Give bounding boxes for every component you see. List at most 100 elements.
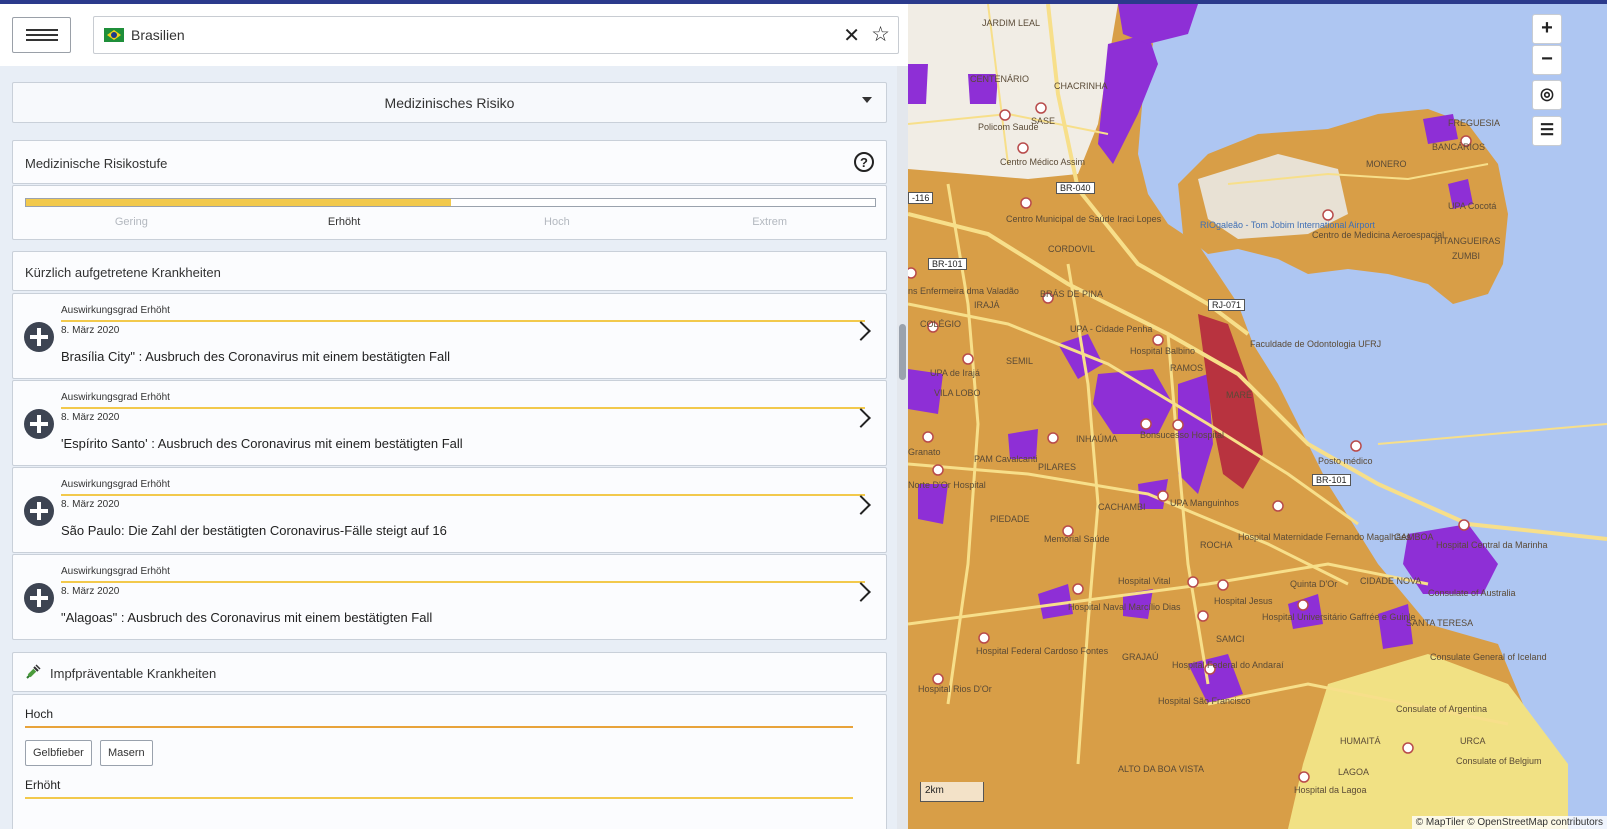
chevron-right-icon[interactable] (851, 582, 871, 602)
tag-yellow-fever[interactable]: Gelbfieber (25, 740, 92, 766)
map-label: GRAJAÚ (1122, 652, 1159, 662)
risk-level-header: Medizinische Risikostufe ? (12, 140, 887, 184)
chevron-right-icon[interactable] (851, 408, 871, 428)
disease-title: São Paulo: Die Zahl der bestätigten Coro… (61, 523, 447, 538)
vaccine-diseases-header: Impfpräventable Krankheiten (12, 652, 887, 692)
disease-title: Brasília City" : Ausbruch des Coronaviru… (61, 349, 451, 364)
disease-severity: Auswirkungsgrad Erhöht (61, 392, 170, 403)
map-label: ns Enfermeira dma Valadão (908, 286, 1019, 296)
map-label: COLÉGIO (920, 319, 962, 329)
disease-item[interactable]: Auswirkungsgrad Erhöht 8. März 2020 Bras… (12, 293, 887, 379)
severity-line (61, 320, 865, 322)
chevron-right-icon[interactable] (851, 321, 871, 341)
map-label: BANCÁRIOS (1432, 142, 1486, 152)
road-label: RJ-071 (1208, 299, 1246, 311)
map-label: Centro Municipal de Saúde Iraci Lopes (1006, 214, 1162, 224)
panel-scrollbar[interactable] (897, 66, 908, 829)
category-dropdown[interactable]: Medizinisches Risiko (12, 82, 887, 123)
map-label: SAMCI (1216, 634, 1245, 644)
map-label: CACHAMBI (1098, 502, 1146, 512)
disease-title: "Alagoas" : Ausbruch des Coronavirus mit… (61, 610, 433, 625)
map-label: Memorial Saúde (1044, 534, 1110, 544)
map-attribution[interactable]: © MapTiler © OpenStreetMap contributors (1411, 816, 1607, 829)
disease-date: 8. März 2020 (61, 412, 120, 423)
map-label: URCA (1460, 736, 1486, 746)
map-label: Centro de Medicina Aeroespacial (1312, 230, 1445, 240)
plus-circle-icon (24, 409, 54, 439)
risk-progress-fill (26, 199, 451, 206)
map-label: PAM Cavalcanti (974, 454, 1038, 464)
recent-diseases-title: Kürzlich aufgetretene Krankheiten (25, 265, 221, 280)
disease-item[interactable]: Auswirkungsgrad Erhöht 8. März 2020 'Esp… (12, 380, 887, 466)
map-label: CHACRINHA (1054, 81, 1108, 91)
brazil-flag-icon (104, 28, 124, 42)
map-label: SASE (1031, 116, 1056, 126)
disease-severity: Auswirkungsgrad Erhöht (61, 479, 170, 490)
menu-button[interactable] (12, 17, 71, 53)
map-label: HUMAITÁ (1340, 736, 1381, 746)
map-label: PIEDADE (990, 514, 1030, 524)
map-label: MARÉ (1226, 390, 1253, 400)
star-icon[interactable]: ☆ (871, 22, 890, 47)
disease-severity: Auswirkungsgrad Erhöht (61, 566, 170, 577)
risk-map[interactable]: JARDIM LEAL CENTENÁRIO CHACRINHA Policom… (908, 4, 1607, 829)
map-label: Hospital Central da Marinha (1436, 540, 1548, 550)
risk-level-hoch: Hoch (544, 216, 570, 228)
map-label: Norte D'Or Hospital (908, 480, 986, 490)
map-label: CORDOVIL (1048, 244, 1096, 254)
map-label: Hospital Jesus (1214, 596, 1273, 606)
map-label: PILARES (1038, 462, 1077, 472)
map-label: Hospital Federal Cardoso Fontes (976, 646, 1109, 656)
map-label: Hospital São Francisco (1158, 696, 1251, 706)
map-label: MONERO (1366, 159, 1407, 169)
locate-button[interactable]: ◎ (1532, 80, 1562, 110)
country-name: Brasilien (131, 27, 185, 43)
risk-level-erhoeht: Erhöht (327, 216, 361, 228)
road-label: -116 (908, 192, 934, 204)
tag-measles[interactable]: Masern (100, 740, 153, 766)
close-icon[interactable]: ✕ (843, 23, 860, 48)
map-label: Hospital Naval Marcílio Dias (1068, 602, 1181, 612)
map-label: UPA Manguinhos (1170, 498, 1239, 508)
map-label: ZUMBI (1452, 251, 1480, 261)
severity-line (61, 581, 865, 583)
map-label: Bonsucesso Hospital (1140, 430, 1225, 440)
map-label: CENTENÁRIO (970, 74, 1030, 84)
disease-item[interactable]: Auswirkungsgrad Erhöht 8. März 2020 São … (12, 467, 887, 553)
dropdown-label: Medizinisches Risiko (384, 95, 515, 111)
plus-circle-icon (24, 496, 54, 526)
chevron-right-icon[interactable] (851, 495, 871, 515)
map-label: Hospital Vital (1118, 576, 1171, 586)
vaccine-diseases-title: Impfpräventable Krankheiten (50, 666, 217, 681)
help-icon[interactable]: ? (854, 152, 874, 172)
map-label: Granato (908, 447, 941, 457)
map-label: RIOgaleão - Tom Jobim International Airp… (1200, 220, 1375, 230)
road-label: BR-040 (1056, 182, 1095, 194)
map-label: Policom Saude (978, 122, 1039, 132)
map-label: UPA de Irajá (930, 368, 980, 378)
map-label: ROCHA (1200, 540, 1233, 550)
map-label: Centro Médico Assim (1000, 157, 1086, 167)
urban-light-north (908, 4, 1118, 179)
risk-level-labels: Gering Erhöht Hoch Extrem (25, 216, 876, 228)
zoom-out-button[interactable]: − (1532, 45, 1562, 75)
map-scale: 2km (920, 782, 984, 802)
zoom-in-button[interactable]: + (1532, 14, 1562, 44)
map-label: ALTO DA BOA VISTA (1118, 764, 1205, 774)
layers-button[interactable]: ☰ (1532, 116, 1562, 146)
level-elevated-label: Erhöht (25, 778, 61, 792)
map-label: IRAJÁ (974, 300, 1000, 310)
recent-diseases-header: Kürzlich aufgetretene Krankheiten (12, 251, 887, 291)
map-label: Hospital Maternidade Fernando Magalhães (1238, 532, 1411, 542)
disease-title: 'Espírito Santo' : Ausbruch des Coronavi… (61, 436, 463, 451)
map-label: UPA - Cidade Penha (1070, 324, 1153, 334)
map-label: Hospital Universitário Gaffrée e Guinle (1262, 612, 1416, 622)
risk-level-meter: Gering Erhöht Hoch Extrem (12, 185, 887, 240)
plus-circle-icon (24, 583, 54, 613)
severity-line (61, 407, 865, 409)
disease-item[interactable]: Auswirkungsgrad Erhöht 8. März 2020 "Ala… (12, 554, 887, 640)
vaccine-diseases-list: Hoch Gelbfieber Masern Erhöht (12, 694, 887, 829)
country-search-input[interactable]: Brasilien ✕ ☆ (93, 16, 899, 54)
map-label: Hospital Rios D'Or (918, 684, 992, 694)
scrollbar-thumb[interactable] (899, 324, 906, 380)
